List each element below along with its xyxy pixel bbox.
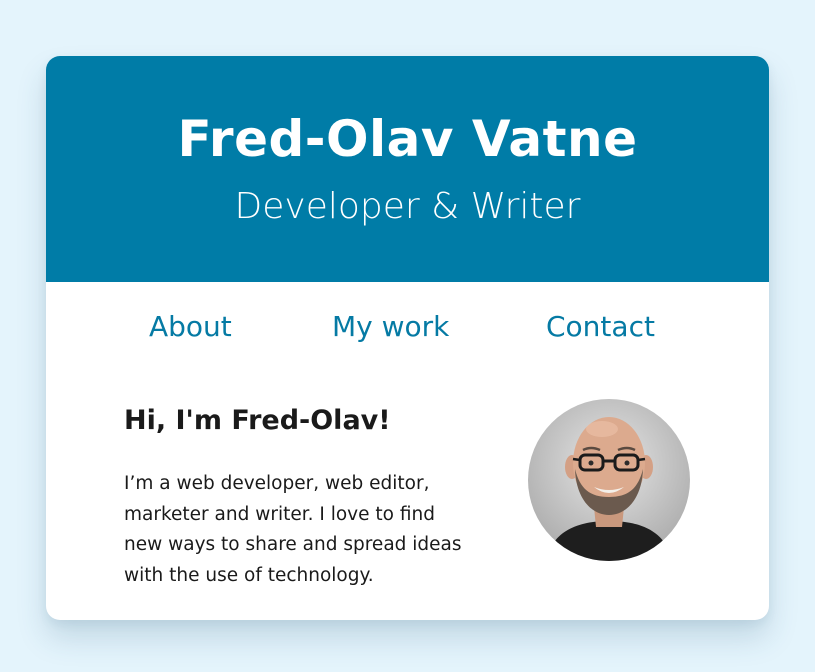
nav-link-about[interactable]: About [149,310,232,344]
tagline: Developer & Writer [234,186,581,227]
nav-link-my-work[interactable]: My work [332,310,449,344]
nav-link-contact[interactable]: Contact [546,310,655,344]
profile-card: Fred-Olav Vatne Developer & Writer About… [46,56,769,620]
intro-bio: I’m a web developer, web editor, markete… [124,473,462,586]
avatar [528,399,690,561]
main-nav: About My work Contact [46,282,769,372]
intro-heading: Hi, I'm Fred-Olav! [124,405,391,436]
profile-header: Fred-Olav Vatne Developer & Writer [46,56,769,282]
page-title: Fred-Olav Vatne [177,110,638,168]
portrait-photo-icon [528,399,690,561]
